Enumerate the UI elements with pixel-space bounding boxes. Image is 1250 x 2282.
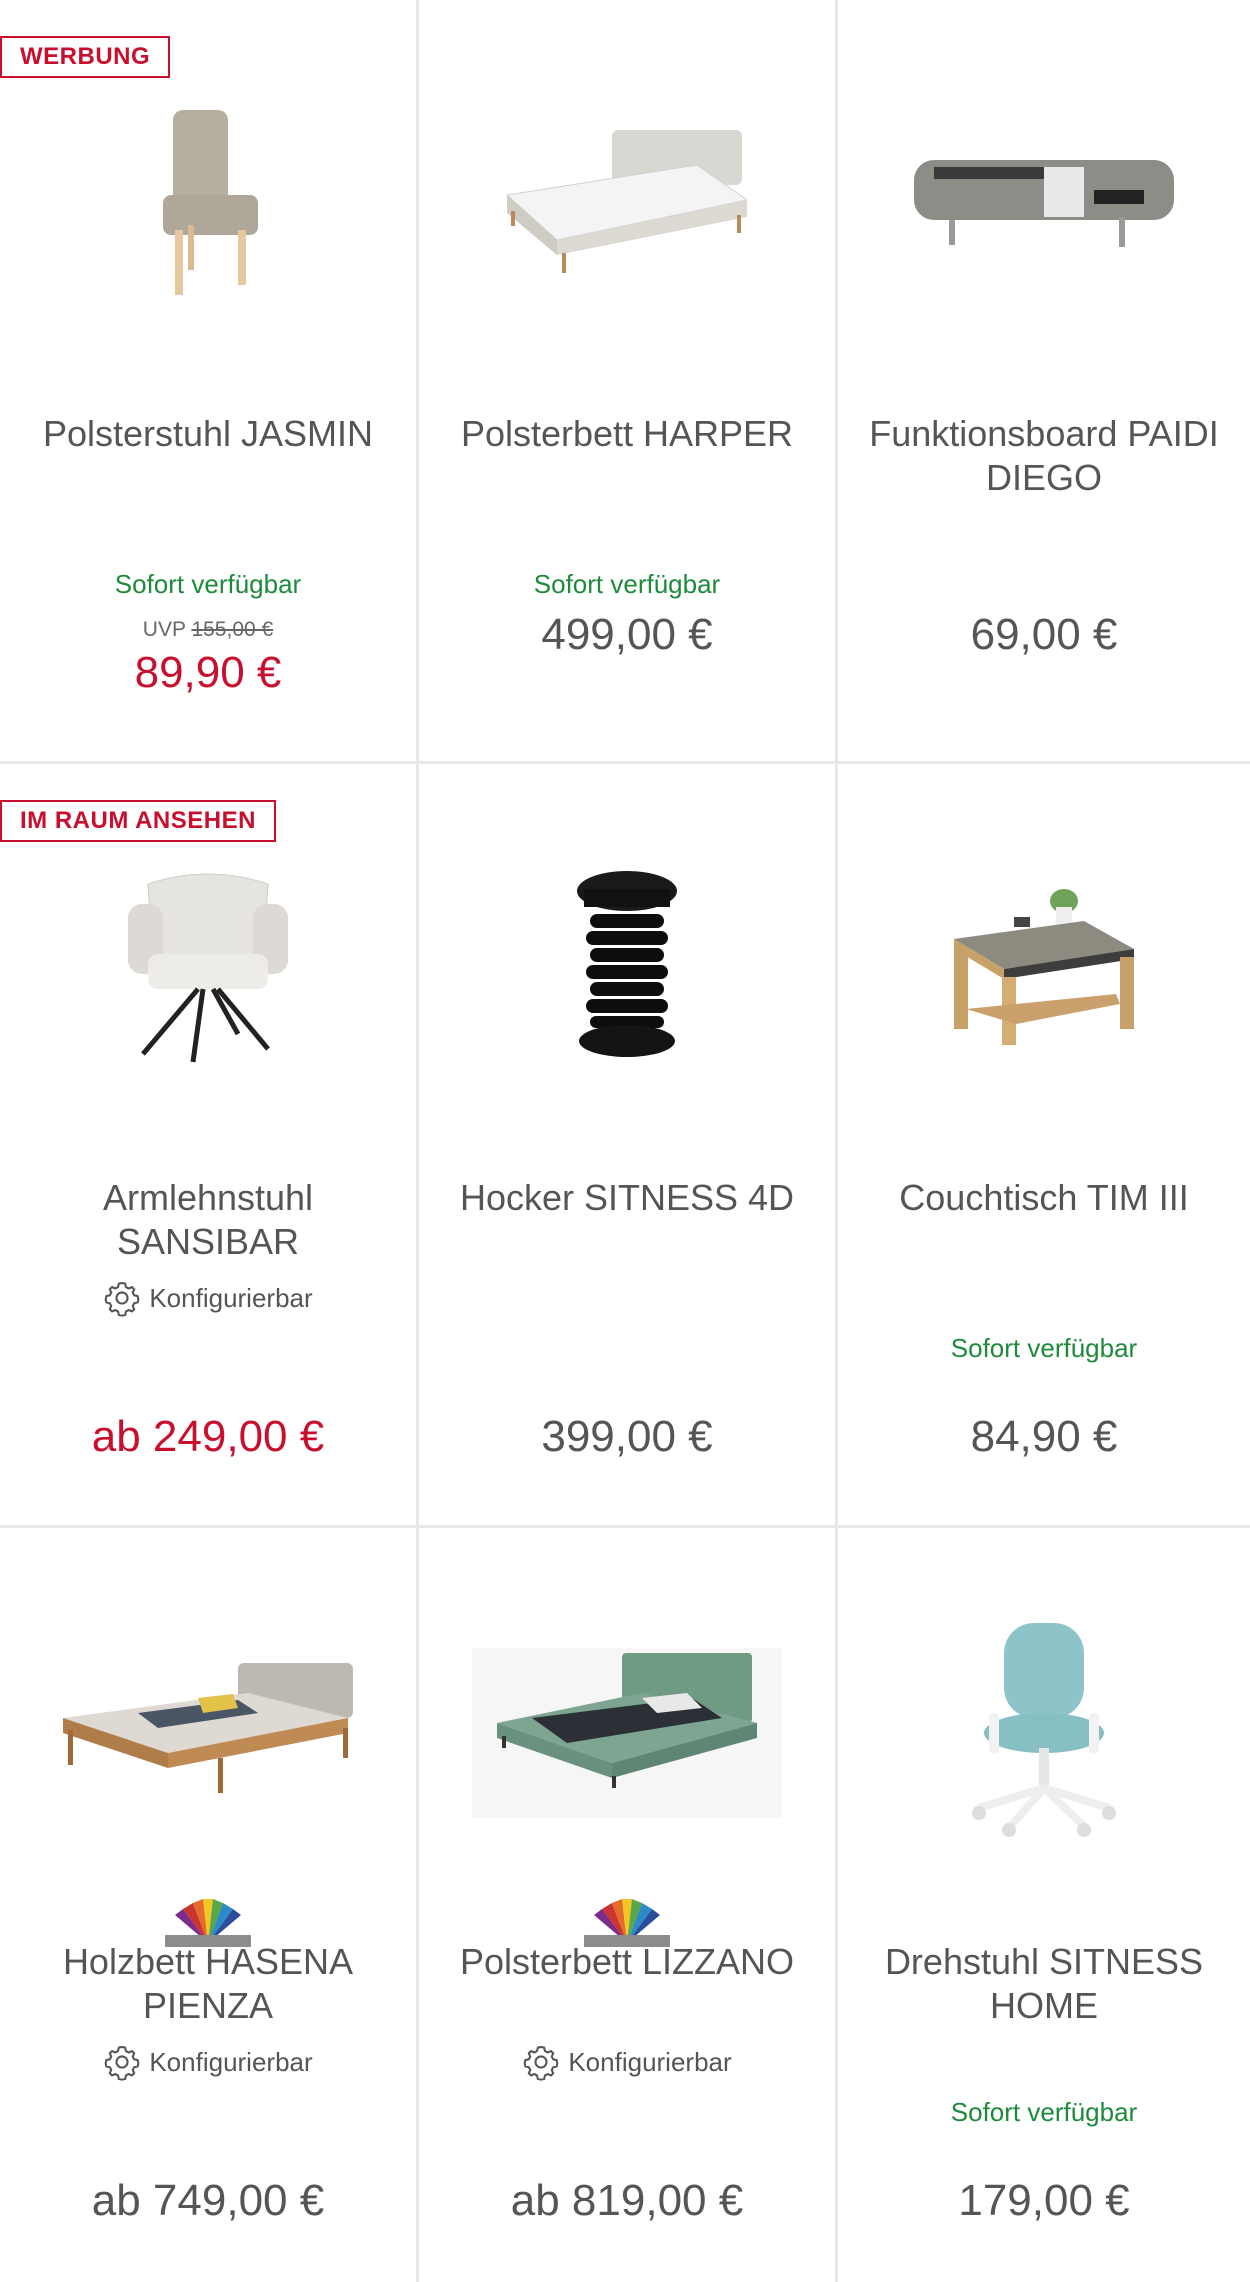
wall-board-image (914, 160, 1174, 247)
product-title[interactable]: Couchtisch TIM III (858, 1176, 1230, 1220)
office-chair-image (972, 1623, 1116, 1837)
configurable-link[interactable]: Konfigurierbar (419, 2043, 835, 2081)
product-title[interactable]: Drehstuhl SITNESS HOME (858, 1940, 1230, 2028)
product-card-couchtisch-tim-iii[interactable]: Couchtisch TIM III Sofort verfügbar 84,9… (838, 764, 1250, 1528)
product-card-holzbett-hasena-pienza[interactable]: Holzbett HASENA PIENZA Konfigurierbar ab… (0, 1528, 419, 2282)
availability-status: Sofort verfügbar (114, 569, 302, 599)
configurable-label: Konfigurierbar (149, 2046, 313, 2077)
green-bed-image (472, 1648, 782, 1818)
bed-image (505, 130, 749, 273)
wood-bed-image (63, 1663, 353, 1793)
product-image[interactable] (419, 1578, 835, 1878)
availability-status: Sofort verfügbar (533, 569, 721, 599)
gear-icon (104, 2045, 140, 2081)
product-image[interactable] (0, 50, 416, 350)
product-price: 89,90 € (134, 648, 282, 697)
configurable-label: Konfigurierbar (149, 1282, 313, 1313)
product-card-polsterbett-harper[interactable]: Polsterbett HARPER Sofort verfügbar 499,… (419, 0, 838, 764)
gear-icon (104, 1281, 140, 1317)
availability-status: Sofort verfügbar (950, 1333, 1138, 1363)
uvp-value: 155,00 € (191, 618, 274, 641)
stool-image (577, 871, 677, 1057)
product-card-hocker-sitness-4d[interactable]: Hocker SITNESS 4D 399,00 € (419, 764, 838, 1528)
product-price: ab 819,00 € (510, 2176, 744, 2225)
product-title[interactable]: Funktionsboard PAIDI DIEGO (858, 412, 1230, 500)
product-image[interactable] (0, 1578, 416, 1878)
product-title[interactable]: Hocker SITNESS 4D (439, 1176, 815, 1220)
gear-icon (523, 2045, 559, 2081)
product-price: ab 249,00 € (91, 1412, 325, 1461)
uvp-price: UVP 155,00 € (0, 618, 416, 642)
product-image[interactable] (419, 50, 835, 350)
product-card-polsterstuhl-jasmin[interactable]: WERBUNG Polsterstuhl JASMIN Sofort verfü… (0, 0, 419, 764)
product-price: 179,00 € (958, 2176, 1130, 2225)
product-title[interactable]: Polsterbett LIZZANO (439, 1940, 815, 1984)
product-image[interactable] (0, 814, 416, 1114)
configurable-link[interactable]: Konfigurierbar (0, 1279, 416, 1317)
product-price: ab 749,00 € (91, 2176, 325, 2225)
product-title[interactable]: Armlehnstuhl SANSIBAR (20, 1176, 396, 1264)
product-card-armlehnstuhl-sansibar[interactable]: IM RAUM ANSEHEN Armlehnstuhl SANSIBAR Ko… (0, 764, 419, 1528)
product-image[interactable] (838, 1578, 1250, 1878)
product-card-polsterbett-lizzano[interactable]: Polsterbett LIZZANO Konfigurierbar ab 81… (419, 1528, 838, 2282)
uvp-label: UVP (142, 618, 186, 641)
product-image[interactable] (838, 50, 1250, 350)
coffee-table-image (954, 889, 1134, 1045)
product-image[interactable] (838, 814, 1250, 1114)
chair-image (163, 110, 258, 295)
product-image[interactable] (419, 814, 835, 1114)
product-grid: WERBUNG Polsterstuhl JASMIN Sofort verfü… (0, 0, 1250, 2282)
availability-status: Sofort verfügbar (950, 2097, 1138, 2127)
product-card-funktionsboard-paidi-diego[interactable]: Funktionsboard PAIDI DIEGO 69,00 € (838, 0, 1250, 764)
product-price: 69,00 € (970, 610, 1118, 659)
configurable-label: Konfigurierbar (568, 2046, 732, 2077)
product-title[interactable]: Holzbett HASENA PIENZA (20, 1940, 396, 2028)
product-price: 399,00 € (541, 1412, 713, 1461)
product-card-drehstuhl-sitness-home[interactable]: Drehstuhl SITNESS HOME Sofort verfügbar … (838, 1528, 1250, 2282)
configurable-link[interactable]: Konfigurierbar (0, 2043, 416, 2081)
product-price: 499,00 € (541, 610, 713, 659)
product-title[interactable]: Polsterstuhl JASMIN (20, 412, 396, 456)
armchair-image (128, 873, 288, 1063)
product-price: 84,90 € (970, 1412, 1118, 1461)
product-title[interactable]: Polsterbett HARPER (439, 412, 815, 456)
